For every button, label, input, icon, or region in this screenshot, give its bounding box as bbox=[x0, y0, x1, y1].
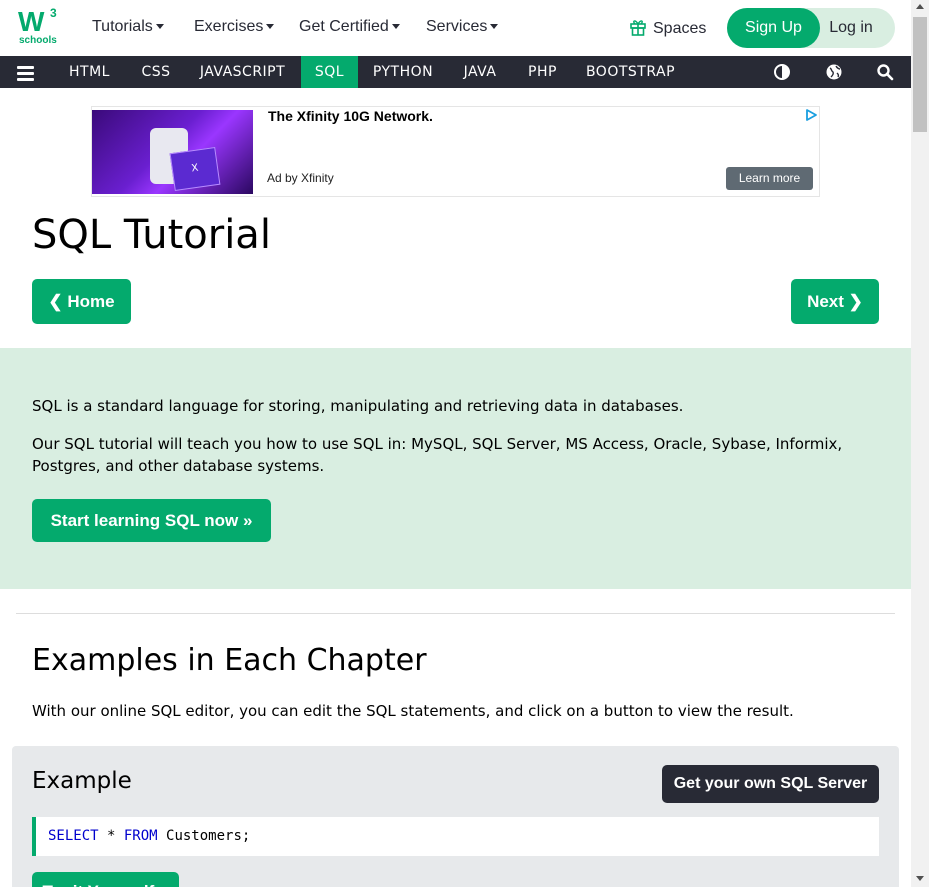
contrast-icon[interactable] bbox=[773, 63, 791, 81]
page: W 3 schools Tutorials Exercises Get Cert… bbox=[0, 0, 911, 887]
scrollbar-thumb[interactable] bbox=[913, 17, 927, 132]
nav-item-sql[interactable]: SQL bbox=[301, 56, 358, 88]
page-title: SQL Tutorial bbox=[32, 212, 271, 258]
ad-image: X bbox=[92, 110, 253, 194]
code-table: Customers; bbox=[157, 828, 251, 844]
nav-item-css[interactable]: CSS bbox=[128, 56, 184, 88]
nav-item-bootstrap[interactable]: BOOTSTRAP bbox=[575, 56, 686, 88]
spaces-link[interactable]: Spaces bbox=[629, 18, 706, 38]
nav-item-java[interactable]: JAVA bbox=[449, 56, 511, 88]
top-bar: W 3 schools Tutorials Exercises Get Cert… bbox=[0, 0, 911, 56]
code-star: * bbox=[98, 828, 124, 844]
get-own-sql-server-button[interactable]: Get your own SQL Server bbox=[662, 765, 879, 803]
vertical-scrollbar[interactable] bbox=[911, 0, 929, 887]
ad-learn-more-button[interactable]: Learn more bbox=[726, 167, 813, 190]
sign-up-button[interactable]: Sign Up bbox=[727, 8, 820, 48]
nav-item-javascript[interactable]: JAVASCRIPT bbox=[188, 56, 297, 88]
log-in-button[interactable]: Log in bbox=[820, 8, 882, 48]
spaces-label: Spaces bbox=[653, 20, 707, 37]
w3schools-logo[interactable]: W 3 schools bbox=[18, 6, 60, 48]
menu-icon[interactable] bbox=[17, 66, 34, 84]
intro-paragraph-1: SQL is a standard language for storing, … bbox=[32, 397, 684, 415]
next-button[interactable]: Next ❯ bbox=[791, 279, 879, 324]
examples-description: With our online SQL editor, you can edit… bbox=[32, 702, 794, 720]
topnav-tutorials[interactable]: Tutorials bbox=[92, 18, 164, 36]
globe-icon[interactable] bbox=[825, 63, 843, 81]
examples-heading: Examples in Each Chapter bbox=[32, 643, 427, 678]
search-icon[interactable] bbox=[876, 63, 894, 81]
ad-image-logo: X bbox=[169, 146, 221, 192]
topnav-exercises-label: Exercises bbox=[194, 18, 264, 35]
intro-section: SQL is a standard language for storing, … bbox=[0, 348, 911, 589]
topnav-get-certified-label: Get Certified bbox=[299, 18, 389, 35]
logo-sub: schools bbox=[19, 35, 57, 46]
topnav-tutorials-label: Tutorials bbox=[92, 18, 153, 35]
topnav-services[interactable]: Services bbox=[426, 18, 499, 36]
advertisement[interactable]: X The Xfinity 10G Network. Ad by Xfinity… bbox=[91, 106, 820, 197]
adchoices-icon[interactable] bbox=[805, 109, 817, 121]
try-it-yourself-button[interactable]: Try it Yourself » bbox=[32, 872, 179, 887]
example-title: Example bbox=[32, 768, 132, 794]
nav-item-html[interactable]: HTML bbox=[56, 56, 123, 88]
logo-main: W bbox=[18, 6, 44, 37]
code-keyword-from: FROM bbox=[123, 828, 158, 844]
topnav-exercises[interactable]: Exercises bbox=[194, 18, 275, 36]
code-block[interactable]: SELECT * FROM Customers; bbox=[32, 817, 879, 856]
topnav-get-certified[interactable]: Get Certified bbox=[299, 18, 400, 36]
nav-item-php[interactable]: PHP bbox=[515, 56, 570, 88]
topnav-services-label: Services bbox=[426, 18, 488, 35]
ad-by: Ad by Xfinity bbox=[267, 171, 334, 185]
code-keyword-select: SELECT bbox=[48, 828, 99, 844]
gift-icon bbox=[630, 20, 646, 36]
caret-down-icon bbox=[155, 24, 164, 30]
subject-nav: HTML CSS JAVASCRIPT SQL PYTHON JAVA PHP … bbox=[0, 56, 911, 88]
caret-down-icon bbox=[266, 24, 275, 30]
intro-paragraph-2: Our SQL tutorial will teach you how to u… bbox=[32, 435, 843, 475]
scroll-down-icon[interactable] bbox=[916, 876, 924, 881]
home-button[interactable]: ❮ Home bbox=[32, 279, 131, 324]
divider bbox=[16, 613, 895, 614]
caret-down-icon bbox=[490, 24, 499, 30]
example-box: Example Get your own SQL Server SELECT *… bbox=[12, 746, 899, 887]
logo-sup: 3 bbox=[50, 6, 57, 20]
ad-title[interactable]: The Xfinity 10G Network. bbox=[268, 108, 433, 124]
caret-down-icon bbox=[391, 24, 400, 30]
nav-item-python[interactable]: PYTHON bbox=[362, 56, 444, 88]
start-learning-button[interactable]: Start learning SQL now » bbox=[32, 499, 271, 542]
scroll-up-icon[interactable] bbox=[916, 4, 924, 9]
